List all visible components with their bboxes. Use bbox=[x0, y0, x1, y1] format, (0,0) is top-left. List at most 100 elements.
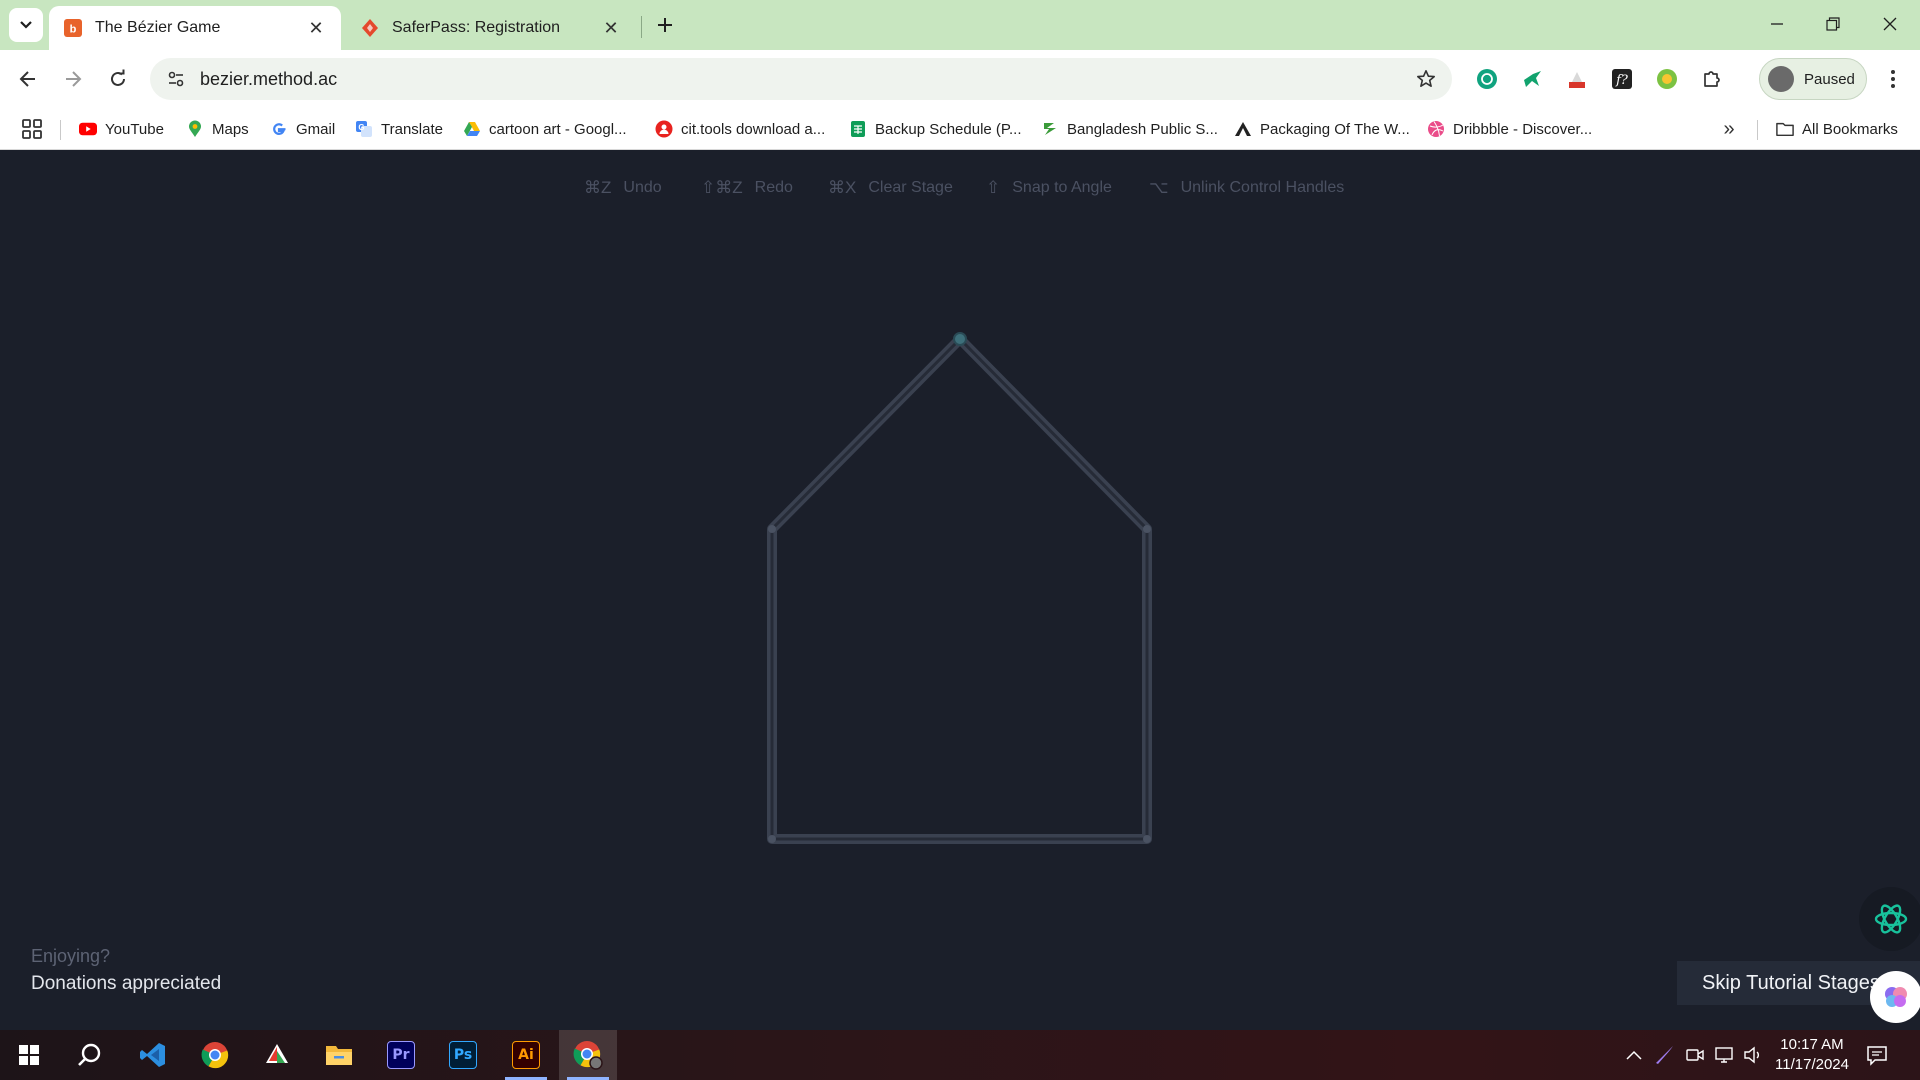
meet-now-icon[interactable] bbox=[1683, 1043, 1707, 1067]
brain-icon bbox=[1885, 987, 1907, 1007]
all-bookmarks-button[interactable]: All Bookmarks bbox=[1776, 116, 1898, 142]
anchor-point[interactable] bbox=[768, 525, 776, 533]
taskbar-chrome-profile[interactable] bbox=[559, 1030, 617, 1080]
acrobat-icon bbox=[266, 1044, 288, 1063]
close-icon[interactable]: ✕ bbox=[600, 17, 622, 39]
anchor-point[interactable] bbox=[1143, 525, 1151, 533]
taskbar-search[interactable] bbox=[61, 1030, 119, 1080]
bookmarks-separator bbox=[60, 120, 61, 140]
taskbar-acrobat[interactable] bbox=[248, 1030, 306, 1080]
camera-icon bbox=[1686, 1049, 1704, 1061]
undo-button[interactable]: ⌘Z Undo bbox=[584, 175, 662, 201]
drawing-stage[interactable] bbox=[0, 151, 1920, 1030]
bookmark-maps[interactable]: Maps bbox=[186, 116, 249, 142]
font-extension[interactable]: f? bbox=[1607, 64, 1637, 94]
taskbar-file-explorer[interactable] bbox=[310, 1030, 368, 1080]
snap-to-angle-label: Snap to Angle bbox=[1012, 179, 1112, 196]
forward-button[interactable] bbox=[55, 61, 91, 97]
pen-tray-icon[interactable] bbox=[1652, 1043, 1676, 1067]
redo-button[interactable]: ⇧⌘Z Redo bbox=[701, 175, 793, 201]
clear-stage-button[interactable]: ⌘X Clear Stage bbox=[828, 175, 953, 201]
packaging-icon bbox=[1234, 120, 1252, 138]
bookmark-label: Dribbble - Discover... bbox=[1453, 120, 1593, 138]
google-g-icon bbox=[270, 120, 288, 138]
illustrator-icon: Ai bbox=[512, 1041, 540, 1069]
show-hidden-icons-button[interactable] bbox=[1622, 1043, 1646, 1067]
close-icon bbox=[1883, 17, 1897, 31]
bookmark-star-button[interactable] bbox=[1408, 61, 1444, 97]
taskbar-chrome[interactable] bbox=[186, 1030, 244, 1080]
tab-bezier-game[interactable]: b The Bézier Game ✕ bbox=[49, 6, 341, 50]
new-tab-button[interactable] bbox=[650, 10, 680, 40]
bezier-game-favicon: b bbox=[63, 18, 83, 38]
bookmark-dribbble[interactable]: Dribbble - Discover... bbox=[1427, 116, 1592, 142]
start-point[interactable] bbox=[953, 332, 967, 346]
puzzle-icon bbox=[1704, 71, 1720, 87]
bookmark-translate[interactable]: G Translate bbox=[355, 116, 443, 142]
network-icon[interactable] bbox=[1712, 1043, 1736, 1067]
back-button[interactable] bbox=[10, 61, 46, 97]
system-clock[interactable]: 10:17 AM 11/17/2024 bbox=[1767, 1035, 1857, 1075]
tab-search-button[interactable] bbox=[9, 8, 43, 42]
brain-extension-button[interactable] bbox=[1870, 971, 1920, 1023]
minimize-button[interactable] bbox=[1755, 8, 1799, 40]
cit-tools-icon bbox=[655, 120, 673, 138]
hummingbird-extension[interactable] bbox=[1517, 64, 1547, 94]
bookmark-bangladesh-public[interactable]: Bangladesh Public S... bbox=[1041, 116, 1218, 142]
undo-label: Undo bbox=[623, 179, 662, 196]
address-bar[interactable]: bezier.method.ac bbox=[150, 58, 1452, 100]
bookmark-packaging[interactable]: Packaging Of The W... bbox=[1234, 116, 1410, 142]
reload-button[interactable] bbox=[100, 61, 136, 97]
green-dot-extension[interactable] bbox=[1652, 64, 1682, 94]
star-icon bbox=[1417, 70, 1435, 87]
volume-icon[interactable] bbox=[1741, 1043, 1765, 1067]
pdf-extension[interactable] bbox=[1562, 64, 1592, 94]
taskbar-photoshop[interactable]: Ps bbox=[434, 1030, 492, 1080]
anchor-point[interactable] bbox=[1143, 835, 1151, 843]
close-window-button[interactable] bbox=[1868, 8, 1912, 40]
snap-to-angle-button[interactable]: ⇧ Snap to Angle bbox=[986, 175, 1112, 201]
anchor-point[interactable] bbox=[768, 835, 776, 843]
apps-grid-icon[interactable] bbox=[20, 117, 44, 141]
donation-link[interactable]: Donations appreciated bbox=[31, 973, 221, 995]
profile-button[interactable]: Paused bbox=[1759, 58, 1867, 100]
ai-assistant-button[interactable] bbox=[1859, 887, 1920, 951]
taskbar-illustrator[interactable]: Ai bbox=[497, 1030, 555, 1080]
google-drive-icon bbox=[463, 120, 481, 138]
arrow-right-icon bbox=[66, 71, 82, 87]
bookmark-gmail[interactable]: Gmail bbox=[270, 116, 335, 142]
bookmark-cit-tools[interactable]: cit.tools download a... bbox=[655, 116, 825, 142]
taskbar-vscode[interactable] bbox=[124, 1030, 182, 1080]
bookmark-label: Packaging Of The W... bbox=[1260, 120, 1410, 138]
shortcut-key: ⌘Z bbox=[584, 178, 612, 197]
url-text[interactable]: bezier.method.ac bbox=[200, 69, 1408, 90]
close-icon[interactable]: ✕ bbox=[305, 17, 327, 39]
bird-icon bbox=[1524, 71, 1541, 87]
chevron-down-icon bbox=[20, 21, 32, 29]
bookmarks-separator bbox=[1757, 120, 1758, 140]
bookmark-label: cit.tools download a... bbox=[681, 120, 826, 138]
site-info-button[interactable] bbox=[158, 61, 194, 97]
photoshop-icon: Ps bbox=[449, 1041, 477, 1069]
tab-title: SaferPass: Registration bbox=[392, 19, 561, 36]
chatgpt-extension[interactable] bbox=[1472, 64, 1502, 94]
unlink-handles-button[interactable]: ⌥ Unlink Control Handles bbox=[1149, 175, 1344, 201]
pdf-icon bbox=[1569, 72, 1585, 88]
donation-prompt[interactable]: Enjoying? Donations appreciated bbox=[31, 946, 221, 995]
restore-icon bbox=[1826, 17, 1840, 31]
restore-button[interactable] bbox=[1811, 8, 1855, 40]
circle-icon bbox=[1657, 69, 1677, 89]
bookmarks-bar: YouTube Maps Gmail G Translate cartoon a… bbox=[0, 108, 1920, 150]
bookmark-youtube[interactable]: YouTube bbox=[79, 116, 164, 142]
bookmark-backup-schedule[interactable]: Backup Schedule (P... bbox=[849, 116, 1021, 142]
premiere-icon: Pr bbox=[387, 1041, 415, 1069]
extensions-button[interactable] bbox=[1697, 64, 1727, 94]
bookmark-cartoon-art[interactable]: cartoon art - Googl... bbox=[463, 116, 627, 142]
browser-menu-button[interactable] bbox=[1878, 64, 1908, 94]
tab-saferpass[interactable]: SaferPass: Registration ✕ bbox=[346, 6, 636, 50]
notifications-icon[interactable] bbox=[1865, 1043, 1889, 1067]
taskbar-premiere[interactable]: Pr bbox=[372, 1030, 430, 1080]
bezier-game-page: ⌘Z Undo ⇧⌘Z Redo ⌘X Clear Stage ⇧ Snap t… bbox=[0, 151, 1920, 1030]
bookmarks-overflow-button[interactable]: » bbox=[1716, 116, 1742, 142]
start-button[interactable] bbox=[0, 1030, 58, 1080]
